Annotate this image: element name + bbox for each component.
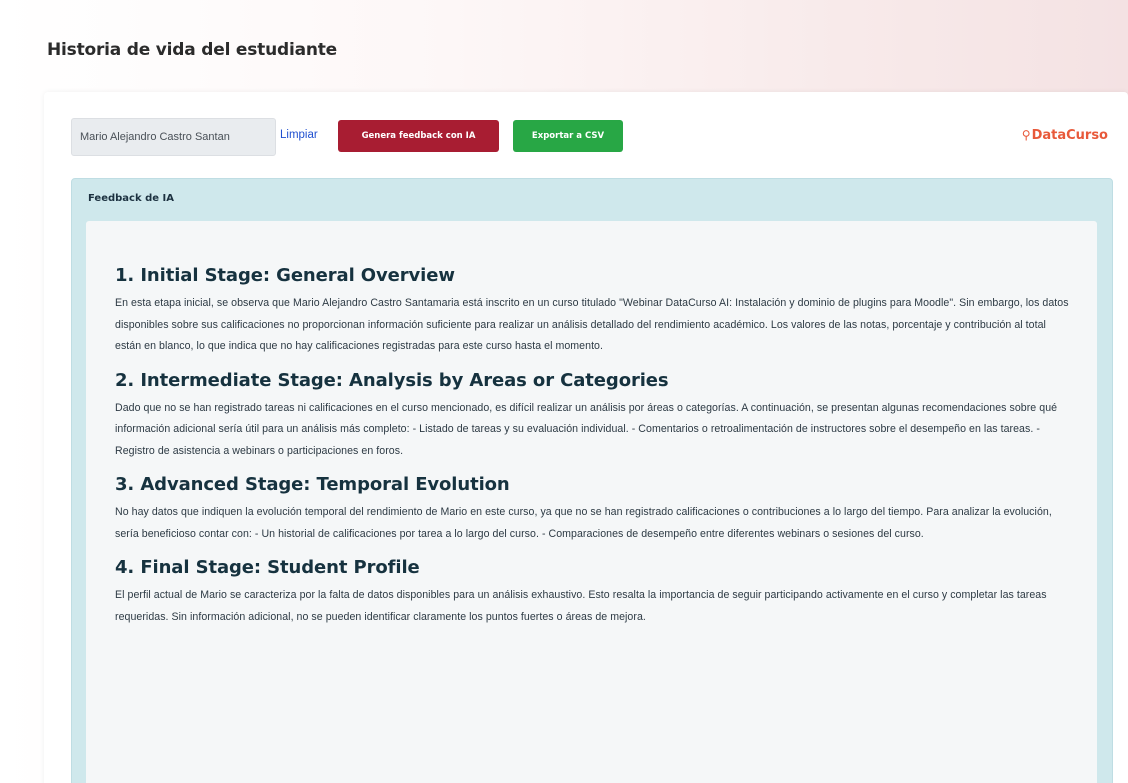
feedback-section: 2. Intermediate Stage: Analysis by Areas… xyxy=(115,370,1069,463)
student-search-input[interactable] xyxy=(71,118,276,156)
section-text: En esta etapa inicial, se observa que Ma… xyxy=(115,297,1069,352)
feedback-title: Feedback de IA xyxy=(88,193,174,204)
section-heading: 4. Final Stage: Student Profile xyxy=(115,557,420,578)
feedback-section: 1. Initial Stage: General Overview En es… xyxy=(115,265,1069,358)
feedback-section: 4. Final Stage: Student Profile El perfi… xyxy=(115,557,1069,628)
section-text: Dado que no se han registrado tareas ni … xyxy=(115,401,1058,457)
toolbar: Limpiar Genera feedback con IA Exportar … xyxy=(71,118,1108,158)
datacurso-logo: ⚲DataCurso xyxy=(1022,128,1108,143)
feedback-section: 3. Advanced Stage: Temporal Evolution No… xyxy=(115,474,1069,545)
section-heading: 1. Initial Stage: General Overview xyxy=(115,265,455,286)
lightbulb-icon: ⚲ xyxy=(1021,128,1031,142)
feedback-body: 1. Initial Stage: General Overview En es… xyxy=(86,221,1097,783)
export-csv-button[interactable]: Exportar a CSV xyxy=(513,120,623,152)
section-text: El perfil actual de Mario se caracteriza… xyxy=(115,589,1047,623)
section-heading: 3. Advanced Stage: Temporal Evolution xyxy=(115,474,510,495)
section-text: No hay datos que indiquen la evolución t… xyxy=(115,506,1052,540)
logo-text: DataCurso xyxy=(1031,128,1108,143)
main-card: Limpiar Genera feedback con IA Exportar … xyxy=(44,92,1128,783)
page-title: Historia de vida del estudiante xyxy=(47,40,338,60)
generate-ai-feedback-button[interactable]: Genera feedback con IA xyxy=(338,120,499,152)
section-heading: 2. Intermediate Stage: Analysis by Areas… xyxy=(115,369,669,391)
feedback-panel: Feedback de IA 1. Initial Stage: General… xyxy=(71,178,1113,783)
clear-link[interactable]: Limpiar xyxy=(280,129,318,141)
